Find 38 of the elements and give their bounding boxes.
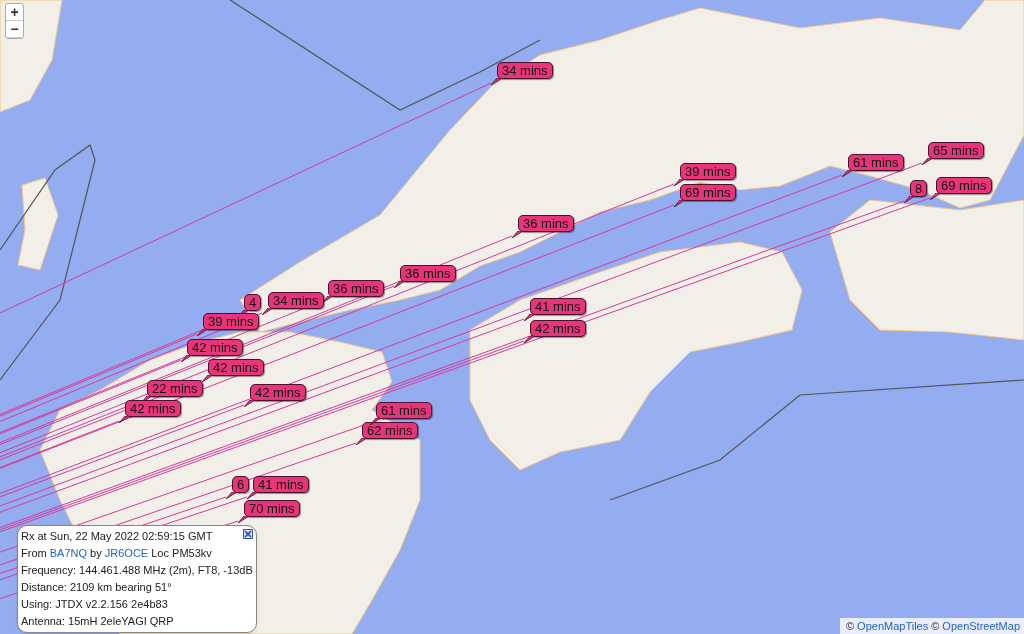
- marker-pointer-icon: [119, 416, 131, 423]
- sender-link[interactable]: BA7NQ: [49, 547, 88, 559]
- marker-pointer-icon: [524, 314, 536, 321]
- marker-pointer-icon: [674, 200, 686, 207]
- marker-pointer-icon: [512, 231, 524, 238]
- marker-pointer-icon: [491, 78, 503, 85]
- copyright-symbol: ©: [931, 620, 940, 632]
- marker-pointer-icon: [262, 308, 274, 315]
- marker-pointer-icon: [842, 170, 854, 177]
- marker-pointer-icon: [322, 296, 334, 303]
- marker-pointer-icon: [922, 158, 934, 165]
- marker-pointer-icon: [202, 375, 214, 382]
- detail-line: Frequency: 144.461.488 MHz (2m), FT8, -13dB: [21, 563, 253, 578]
- attribution-link[interactable]: OpenStreetMap: [942, 620, 1020, 632]
- close-icon[interactable]: [243, 529, 253, 539]
- marker-pointer-icon: [247, 492, 259, 499]
- copyright-symbol: ©: [846, 620, 855, 632]
- marker-pointer-icon: [238, 516, 250, 523]
- marker-pointer-icon: [524, 336, 536, 343]
- reception-time: Rx at Sun, 22 May 2022 02:59:15 GMT: [21, 529, 214, 544]
- attribution-link[interactable]: OpenMapTiles: [857, 620, 929, 632]
- marker-pointer-icon: [370, 418, 382, 425]
- marker-pointer-icon: [394, 281, 406, 288]
- marker-pointer-icon: [904, 196, 916, 203]
- marker-pointer-icon: [226, 492, 238, 499]
- zoom-in-button[interactable]: +: [6, 4, 23, 21]
- detail-line: Distance: 2109 km bearing 51°: [21, 580, 172, 595]
- detail-line: Antenna: 15mH 2eleYAGI QRP: [21, 614, 174, 629]
- detail-line: Using: JTDX v2.2.156 2e4b83: [21, 597, 168, 612]
- marker-pointer-icon: [930, 193, 942, 200]
- marker-pointer-icon: [674, 179, 686, 186]
- marker-pointer-icon: [181, 355, 193, 362]
- marker-pointer-icon: [197, 329, 209, 336]
- marker-pointer-icon: [244, 400, 256, 407]
- station-line: From BA7NQ by JR6OCE Loc PM53kv: [21, 546, 212, 561]
- receiver-link[interactable]: JR6OCE: [104, 547, 149, 559]
- marker-pointer-icon: [356, 438, 368, 445]
- zoom-out-button[interactable]: −: [6, 21, 23, 38]
